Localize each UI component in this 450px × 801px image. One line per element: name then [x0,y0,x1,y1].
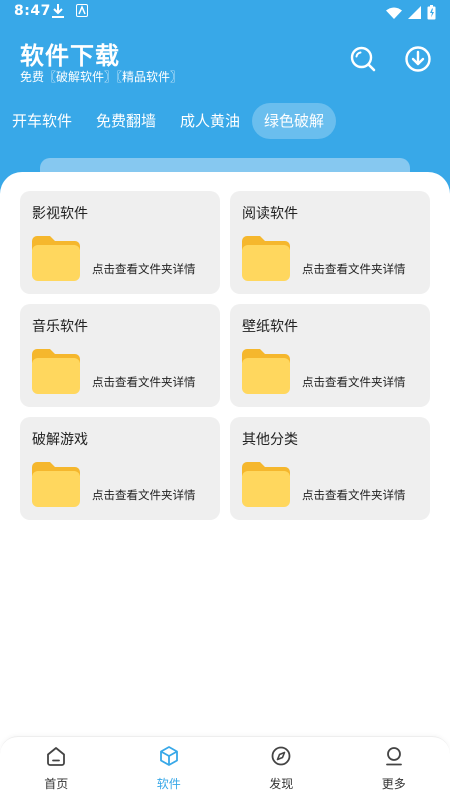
folder-icon [242,235,290,281]
status-notification-icons [52,4,88,18]
folder-icon [32,348,80,394]
nav-home[interactable]: 首页 [0,737,113,801]
folder-card-yingshi[interactable]: 影视软件 点击查看文件夹详情 [20,191,220,294]
folder-card-hint: 点击查看文件夹详情 [92,261,196,277]
folder-icon [32,461,80,507]
search-button[interactable] [346,42,380,76]
page-subtitle: 免费〖破解软件〗〖精品软件〗 [20,68,182,85]
nav-discover-label: 发现 [269,775,293,792]
folder-card-qita[interactable]: 其他分类 点击查看文件夹详情 [230,417,430,520]
app-notification-icon [76,4,88,17]
tab-fanqiang[interactable]: 免费翻墙 [84,103,168,139]
tab-chengren[interactable]: 成人黄油 [168,103,252,139]
category-tabs: 开车软件 免费翻墙 成人黄油 绿色破解 [0,103,336,139]
wifi-icon [386,7,402,19]
folder-card-title: 其他分类 [242,429,298,449]
folder-card-title: 影视软件 [32,203,88,223]
signal-icon [408,6,421,19]
status-system-icons [386,5,436,20]
folder-card-title: 音乐软件 [32,316,88,336]
battery-icon [427,5,436,20]
download-icon [404,45,432,73]
nav-software[interactable]: 软件 [113,737,226,801]
folder-card-title: 阅读软件 [242,203,298,223]
user-icon [383,745,405,767]
main-content: 影视软件 点击查看文件夹详情 阅读软件 点击查看文件夹详情 音乐软件 点击查看文… [0,172,450,800]
folder-card-pojie-youxi[interactable]: 破解游戏 点击查看文件夹详情 [20,417,220,520]
search-icon [349,45,377,73]
folder-grid: 影视软件 点击查看文件夹详情 阅读软件 点击查看文件夹详情 音乐软件 点击查看文… [20,191,430,520]
folder-card-hint: 点击查看文件夹详情 [302,487,406,503]
tab-kaiche[interactable]: 开车软件 [0,103,84,139]
box-icon [158,745,180,767]
compass-icon [270,745,292,767]
folder-card-hint: 点击查看文件夹详情 [92,374,196,390]
nav-discover[interactable]: 发现 [225,737,338,801]
nav-home-label: 首页 [44,775,68,792]
nav-more[interactable]: 更多 [338,737,450,801]
nav-more-label: 更多 [382,775,406,792]
home-icon [45,745,67,767]
folder-icon [242,348,290,394]
folder-card-hint: 点击查看文件夹详情 [92,487,196,503]
app-header: 8:47 软件下载 免费〖破解软件〗〖精品 [0,0,450,200]
page-title: 软件下载 [20,36,120,71]
download-button[interactable] [401,42,435,76]
folder-card-hint: 点击查看文件夹详情 [302,261,406,277]
folder-icon [242,461,290,507]
bottom-navigation: 首页 软件 发现 更多 [0,736,450,801]
folder-card-hint: 点击查看文件夹详情 [302,374,406,390]
folder-card-bizhi[interactable]: 壁纸软件 点击查看文件夹详情 [230,304,430,407]
folder-card-title: 壁纸软件 [242,316,298,336]
nav-software-label: 软件 [157,775,181,792]
folder-card-title: 破解游戏 [32,429,88,449]
folder-card-yinyue[interactable]: 音乐软件 点击查看文件夹详情 [20,304,220,407]
status-time: 8:47 [14,3,51,19]
folder-card-yuedu[interactable]: 阅读软件 点击查看文件夹详情 [230,191,430,294]
folder-icon [32,235,80,281]
status-bar: 8:47 [0,0,450,24]
download-notification-icon [52,4,64,18]
tab-lvse-pojie[interactable]: 绿色破解 [252,103,336,139]
